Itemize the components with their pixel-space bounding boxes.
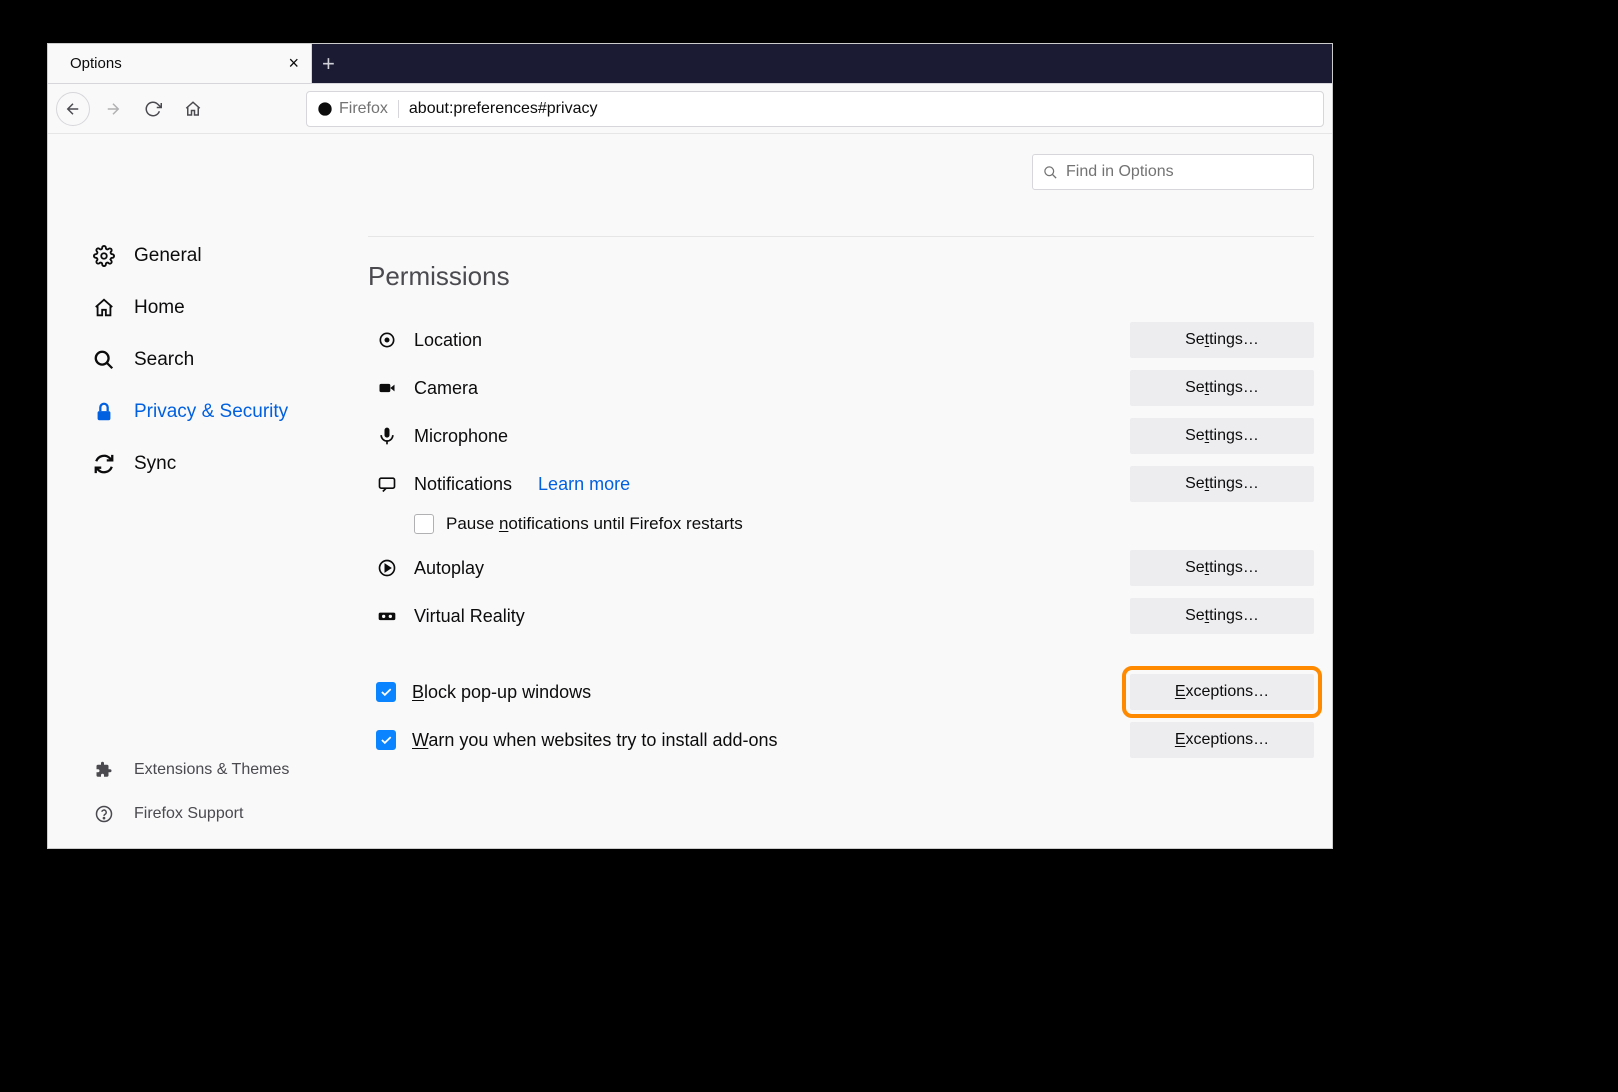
section-heading-permissions: Permissions (368, 261, 1314, 292)
warn-addons-checkbox[interactable] (376, 730, 396, 750)
settings-button-camera[interactable]: Settings… (1130, 370, 1314, 406)
pause-notifications-checkbox[interactable] (414, 514, 434, 534)
home-icon (92, 296, 116, 320)
permission-label: Virtual Reality (414, 606, 525, 627)
block-popups-row: Block pop-up windows Exceptions… (368, 668, 1314, 716)
settings-button-microphone[interactable]: Settings… (1130, 418, 1314, 454)
main-pane: Permissions Location Settings… Camera S (368, 134, 1332, 848)
find-in-options[interactable] (1032, 154, 1314, 190)
puzzle-icon (92, 758, 116, 782)
learn-more-link[interactable]: Learn more (538, 474, 630, 495)
help-icon (92, 802, 116, 826)
sidebar-item-support[interactable]: Firefox Support (48, 792, 368, 836)
permission-row-notifications: Notifications Learn more Settings… (368, 460, 1314, 508)
exceptions-button-popups[interactable]: Exceptions… (1130, 674, 1314, 710)
notification-icon (376, 473, 398, 495)
url-bar[interactable]: Firefox about:preferences#privacy (306, 91, 1324, 127)
gear-icon (92, 244, 116, 268)
search-icon (1043, 165, 1058, 180)
divider (368, 236, 1314, 237)
permission-row-camera: Camera Settings… (368, 364, 1314, 412)
settings-button-autoplay[interactable]: Settings… (1130, 550, 1314, 586)
sidebar-categories: General Home Search Privacy & Security S… (48, 230, 368, 490)
sidebar-item-sync[interactable]: Sync (48, 438, 368, 490)
location-icon (376, 329, 398, 351)
tab-strip: + (312, 44, 1332, 83)
sidebar-item-home[interactable]: Home (48, 282, 368, 334)
settings-button-vr[interactable]: Settings… (1130, 598, 1314, 634)
block-popups-checkbox[interactable] (376, 682, 396, 702)
sidebar-item-label: Home (134, 297, 185, 319)
settings-button-location[interactable]: Settings… (1130, 322, 1314, 358)
permission-row-vr: Virtual Reality Settings… (368, 592, 1314, 640)
search-input[interactable] (1066, 163, 1303, 181)
warn-addons-label[interactable]: Warn you when websites try to install ad… (412, 730, 778, 751)
sidebar-item-search[interactable]: Search (48, 334, 368, 386)
sidebar: General Home Search Privacy & Security S… (48, 134, 368, 848)
exceptions-button-addons[interactable]: Exceptions… (1130, 722, 1314, 758)
permission-label: Microphone (414, 426, 508, 447)
permission-label: Location (414, 330, 482, 351)
warn-addons-row: Warn you when websites try to install ad… (368, 716, 1314, 764)
sidebar-item-privacy[interactable]: Privacy & Security (48, 386, 368, 438)
permission-label: Notifications (414, 474, 512, 495)
back-button[interactable] (56, 92, 90, 126)
browser-window: Options × + Firefox about:preferences#pr… (48, 44, 1332, 848)
home-button[interactable] (176, 92, 210, 126)
content-area: General Home Search Privacy & Security S… (48, 134, 1332, 848)
navigation-bar: Firefox about:preferences#privacy (48, 84, 1332, 134)
lock-icon (92, 400, 116, 424)
permission-label: Camera (414, 378, 478, 399)
sidebar-item-label: Privacy & Security (134, 401, 288, 423)
block-popups-label[interactable]: Block pop-up windows (412, 682, 591, 703)
permission-row-microphone: Microphone Settings… (368, 412, 1314, 460)
search-icon (92, 348, 116, 372)
sidebar-item-label: Extensions & Themes (134, 761, 289, 779)
camera-icon (376, 377, 398, 399)
sidebar-item-label: General (134, 245, 202, 267)
permission-label: Autoplay (414, 558, 484, 579)
permission-row-autoplay: Autoplay Settings… (368, 544, 1314, 592)
tab-options[interactable]: Options × (48, 44, 312, 83)
identity-box[interactable]: Firefox (317, 100, 399, 118)
tab-bar: Options × + (48, 44, 1332, 84)
firefox-icon (317, 101, 333, 117)
microphone-icon (376, 425, 398, 447)
autoplay-icon (376, 557, 398, 579)
sidebar-footer: Extensions & Themes Firefox Support (48, 748, 368, 836)
pause-notifications-row: Pause notifications until Firefox restar… (368, 508, 1314, 544)
vr-icon (376, 605, 398, 627)
url-path: about:preferences#privacy (409, 100, 598, 118)
pause-notifications-label[interactable]: Pause notifications until Firefox restar… (446, 514, 743, 534)
sidebar-item-general[interactable]: General (48, 230, 368, 282)
reload-button[interactable] (136, 92, 170, 126)
settings-button-notifications[interactable]: Settings… (1130, 466, 1314, 502)
identity-label: Firefox (339, 100, 388, 118)
permission-row-location: Location Settings… (368, 316, 1314, 364)
sync-icon (92, 452, 116, 476)
close-icon[interactable]: × (288, 53, 299, 74)
forward-button[interactable] (96, 92, 130, 126)
sidebar-item-label: Firefox Support (134, 805, 243, 823)
sidebar-item-label: Search (134, 349, 194, 371)
tab-title: Options (70, 55, 278, 72)
sidebar-item-extensions[interactable]: Extensions & Themes (48, 748, 368, 792)
sidebar-item-label: Sync (134, 453, 176, 475)
new-tab-button[interactable]: + (322, 53, 335, 75)
